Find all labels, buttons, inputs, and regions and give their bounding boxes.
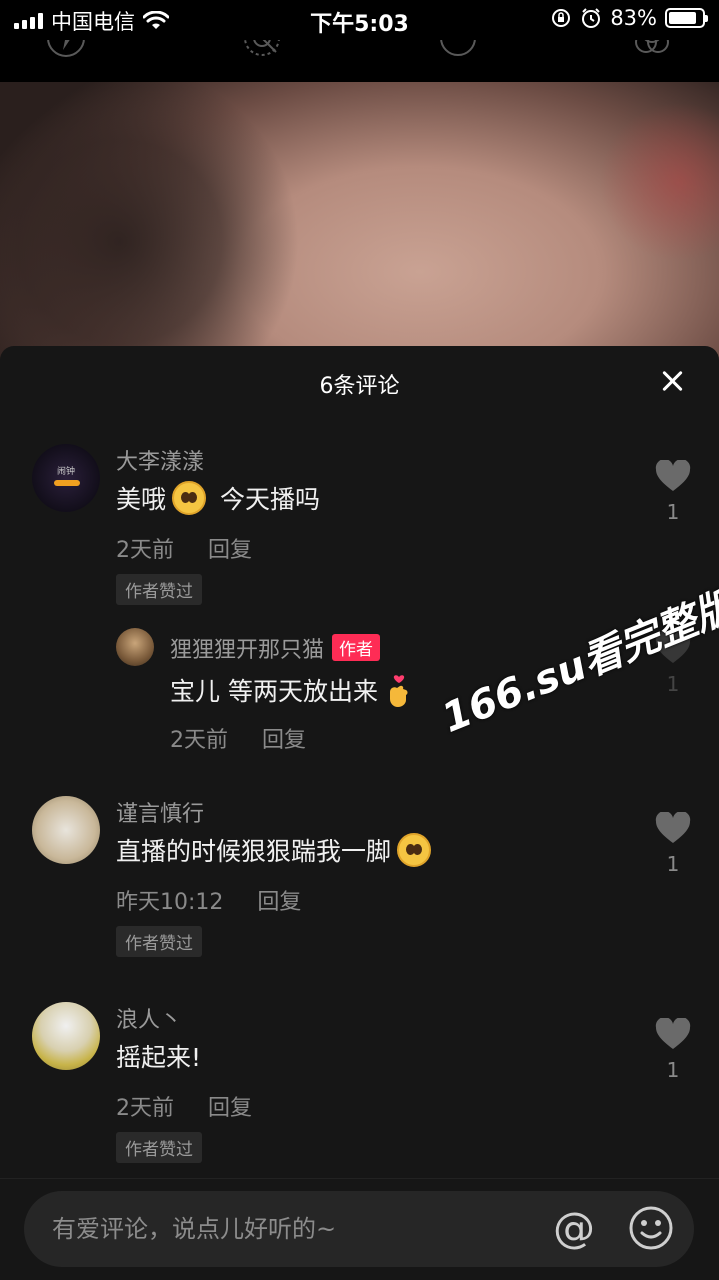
- author-liked-tag: 作者赞过: [116, 1132, 202, 1163]
- like-button[interactable]: 1: [655, 1017, 691, 1082]
- like-count: 1: [666, 852, 680, 876]
- avatar[interactable]: [32, 1002, 100, 1070]
- comment-time: 2天前: [116, 1096, 174, 1121]
- comment-username[interactable]: 大李漾漾: [116, 444, 204, 476]
- avatar[interactable]: [32, 796, 100, 864]
- like-count: 1: [666, 672, 680, 696]
- avatar[interactable]: 闹钟: [32, 444, 100, 512]
- finger-heart-icon: [389, 675, 408, 707]
- avatar[interactable]: [116, 628, 154, 666]
- author-badge: 作者: [332, 634, 381, 661]
- battery-percent: 83%: [610, 6, 657, 30]
- reply-button[interactable]: 回复: [262, 722, 306, 754]
- comment-time: 2天前: [170, 728, 228, 753]
- like-button[interactable]: 1: [655, 459, 691, 524]
- like-count: 1: [666, 1058, 680, 1082]
- author-liked-tag: 作者赞过: [116, 574, 202, 605]
- comment-username[interactable]: 谨言慎行: [116, 796, 204, 828]
- comment-text: 宝儿 等两天放出来: [170, 672, 412, 708]
- close-icon[interactable]: [659, 368, 685, 394]
- heart-icon[interactable]: [655, 811, 691, 844]
- mention-icon[interactable]: @: [548, 1203, 600, 1255]
- like-button[interactable]: 1: [655, 811, 691, 876]
- comment-text: 直播的时候狠狠踹我一脚: [116, 832, 432, 868]
- reply-button[interactable]: 回复: [208, 1090, 252, 1122]
- heart-icon[interactable]: [655, 459, 691, 492]
- like-count: 1: [666, 500, 680, 524]
- video-preview[interactable]: [0, 82, 719, 382]
- comment-text: 摇起来!: [116, 1043, 202, 1072]
- alarm-icon: [582, 8, 601, 28]
- battery-icon: [665, 8, 708, 28]
- pleading-face-icon: [397, 833, 432, 867]
- status-bar: 中国电信 下午5:03 83%: [0, 0, 719, 40]
- emoji-icon[interactable]: [628, 1205, 674, 1251]
- author-liked-tag: 作者赞过: [116, 926, 202, 957]
- panel-title: 6条评论: [319, 374, 400, 399]
- comment-time: 2天前: [116, 538, 174, 563]
- comments-panel: 6条评论 闹钟 大李漾漾 美哦 今天播吗 2天前 回复 作者赞过 1 狸狸狸开那…: [0, 346, 719, 1280]
- heart-icon[interactable]: [655, 1017, 691, 1050]
- rotation-lock-icon: [552, 9, 571, 27]
- reply-button[interactable]: 回复: [257, 884, 301, 916]
- comment-input-bar: @: [0, 1178, 719, 1280]
- reply-button[interactable]: 回复: [208, 532, 252, 564]
- comment-time: 昨天10:12: [116, 890, 224, 915]
- pleading-face-icon: [172, 481, 207, 515]
- comment-input-wrapper: @: [24, 1191, 694, 1267]
- comment-input[interactable]: [52, 1191, 552, 1267]
- comment-username: 狸狸狸开那只猫 作者: [170, 632, 381, 664]
- comment-username[interactable]: 浪人丶: [116, 1002, 182, 1034]
- comment-text: 美哦 今天播吗: [116, 480, 320, 516]
